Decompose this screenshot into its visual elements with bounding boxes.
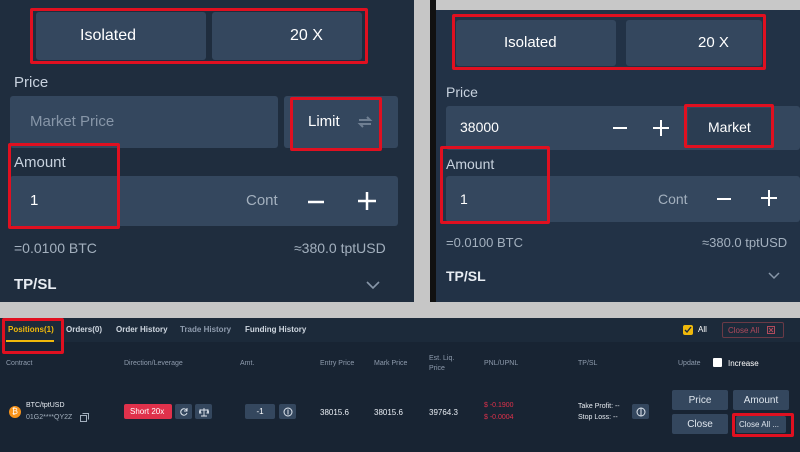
- tab-orders[interactable]: Orders(0): [66, 325, 102, 334]
- usd-equivalent: ≈380.0 tptUSD: [702, 235, 788, 250]
- price-placeholder: Market Price: [30, 113, 115, 130]
- amt-value-box: -1: [245, 404, 275, 419]
- price-value: 38000: [460, 119, 499, 135]
- col-update: Update: [678, 360, 701, 367]
- highlight-margin-leverage: [452, 14, 766, 70]
- highlight-price-type: [290, 97, 382, 151]
- price-button-label: Price: [688, 394, 712, 406]
- tpsl-label[interactable]: TP/SL: [446, 268, 486, 284]
- tpsl-label[interactable]: TP/SL: [14, 276, 57, 293]
- chevron-down-icon[interactable]: [768, 271, 780, 280]
- plus-icon[interactable]: [760, 189, 778, 207]
- col-amt: Amt.: [240, 360, 255, 367]
- highlight-amount: [440, 146, 550, 224]
- row-upnl: $ -0.0004: [484, 414, 514, 421]
- close-button[interactable]: Close: [672, 414, 728, 434]
- amount-button-label: Amount: [743, 394, 779, 406]
- reverse-position-button[interactable]: [175, 404, 192, 419]
- increase-checkbox[interactable]: [713, 358, 722, 367]
- price-input[interactable]: Market Price: [10, 96, 278, 148]
- chevron-down-icon[interactable]: [366, 280, 380, 290]
- highlight-close-all: [732, 413, 794, 437]
- order-form-right: Isolated 20 X Price 38000 Market Amount …: [436, 10, 800, 302]
- minus-icon[interactable]: [716, 191, 732, 207]
- btc-equivalent: =0.0100 BTC: [14, 240, 97, 256]
- row-symbol: BTC/tptUSD: [26, 402, 65, 409]
- usd-equivalent: ≈380.0 tptUSD: [294, 240, 386, 256]
- refresh-icon: [179, 407, 187, 416]
- highlight-positions-tab: [2, 318, 64, 354]
- tab-trade-history[interactable]: Trade History: [180, 325, 231, 334]
- all-checkbox[interactable]: [683, 325, 693, 335]
- direction-label: Short 20x: [130, 407, 165, 416]
- amount-unit: Cont: [246, 192, 278, 209]
- direction-badge: Short 20x: [124, 404, 172, 419]
- frame-divider: [414, 0, 430, 302]
- edit-icon: [636, 407, 645, 416]
- close-all-label: Close All: [728, 326, 760, 335]
- adjust-leverage-button[interactable]: [195, 404, 212, 419]
- close-button-label: Close: [687, 418, 713, 430]
- positions-panel: Positions(1) Orders(0) Order History Tra…: [0, 318, 800, 452]
- row-amt: -1: [256, 407, 264, 416]
- tab-funding-history[interactable]: Funding History: [245, 325, 306, 334]
- row-liq-price: 39764.3: [429, 408, 458, 417]
- btc-coin-icon: ₿: [9, 406, 21, 418]
- amount-button[interactable]: Amount: [733, 390, 789, 410]
- tab-order-history[interactable]: Order History: [116, 325, 168, 334]
- col-contract: Contract: [6, 360, 33, 367]
- col-direction: Direction/Leverage: [124, 360, 183, 367]
- adjust-icon: [283, 407, 292, 416]
- col-tpsl: TP/SL: [578, 360, 598, 367]
- price-button[interactable]: Price: [672, 390, 728, 410]
- minus-icon[interactable]: [612, 120, 628, 136]
- close-icon: [767, 326, 775, 334]
- plus-icon[interactable]: [652, 119, 670, 137]
- price-label: Price: [14, 74, 49, 91]
- row-stop-loss: Stop Loss: --: [578, 414, 618, 421]
- check-icon: [684, 326, 692, 334]
- amt-adjust-button[interactable]: [279, 404, 296, 419]
- highlight-margin-leverage: [30, 8, 368, 64]
- price-label: Price: [446, 84, 478, 100]
- col-liq-price-2: Price: [429, 365, 445, 372]
- tpsl-edit-button[interactable]: [632, 404, 649, 419]
- col-pnl: PNL/UPNL: [484, 360, 519, 367]
- col-entry-price: Entry Price: [320, 360, 355, 367]
- screenshot-root: Isolated 20 X Price Market Price Limit A…: [0, 0, 800, 452]
- minus-icon[interactable]: [306, 192, 326, 212]
- close-all-top-button[interactable]: Close All: [722, 322, 784, 338]
- frame-divider: [0, 302, 800, 318]
- scale-icon: [198, 407, 209, 416]
- row-entry-price: 38015.6: [320, 408, 349, 417]
- all-label: All: [698, 325, 707, 334]
- btc-equivalent: =0.0100 BTC: [446, 235, 523, 250]
- highlight-price-type: [684, 104, 774, 148]
- plus-icon[interactable]: [356, 190, 378, 212]
- copy-icon[interactable]: [80, 413, 89, 422]
- row-mark-price: 38015.6: [374, 408, 403, 417]
- increase-label: Increase: [728, 359, 759, 368]
- row-take-profit: Take Profit: --: [578, 403, 620, 410]
- highlight-amount: [8, 143, 120, 229]
- row-id: 01G2****QY2Z: [26, 414, 73, 421]
- col-mark-price: Mark Price: [374, 360, 408, 367]
- row-pnl: $ -0.1900: [484, 402, 514, 409]
- amount-unit: Cont: [658, 191, 688, 207]
- order-form-left: Isolated 20 X Price Market Price Limit A…: [0, 0, 414, 302]
- col-liq-price: Est. Liq.: [429, 355, 455, 362]
